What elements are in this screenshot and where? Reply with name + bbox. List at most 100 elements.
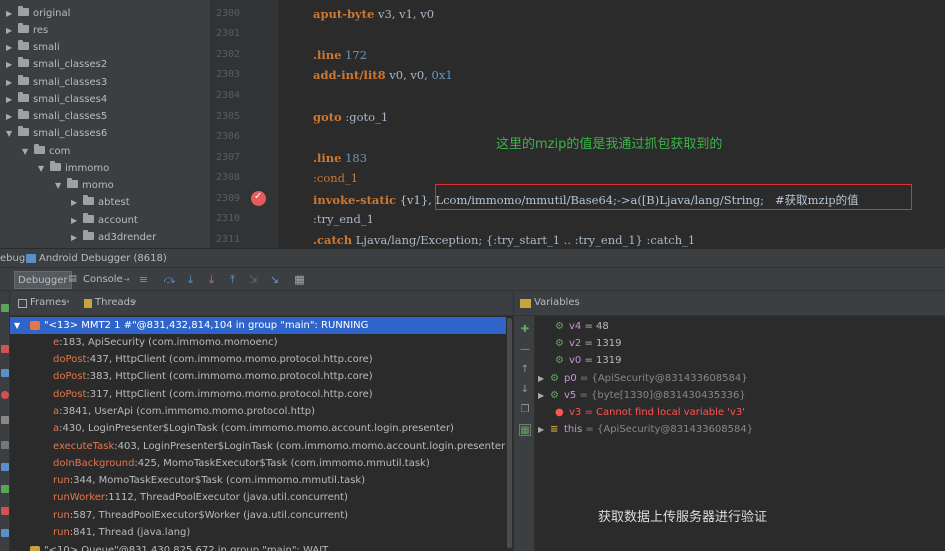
chevron-right-icon[interactable]: ▶ bbox=[6, 22, 18, 39]
frames-scrollbar-thumb[interactable] bbox=[507, 318, 512, 548]
chevron-right-icon[interactable]: ▶ bbox=[538, 421, 550, 438]
tree-item-momo[interactable]: ▼ momo bbox=[55, 177, 114, 194]
force-step-into-icon[interactable]: ⤓ bbox=[205, 273, 218, 286]
settings-icon[interactable] bbox=[1, 416, 9, 424]
get-thread-dump-icon[interactable] bbox=[1, 463, 9, 471]
evaluate-expression-icon[interactable]: ▦ bbox=[293, 273, 306, 286]
folder-icon bbox=[18, 40, 29, 50]
project-tree: ▶ original ▶ res ▶ smali ▶ smali_classes2 ▶ s… bbox=[0, 0, 210, 248]
stack-frame[interactable]: run:587, ThreadPoolExecutor$Worker (java… bbox=[10, 507, 507, 524]
tree-item-smali-classes3[interactable]: ▶ smali_classes3 bbox=[6, 74, 107, 91]
stack-frame[interactable]: doInBackground:425, MomoTaskExecutor$Tas… bbox=[10, 455, 507, 472]
chevron-right-icon[interactable]: ▶ bbox=[538, 387, 550, 404]
tree-item-smali-classes6[interactable]: ▼ smali_classes6 bbox=[6, 125, 107, 142]
stack-frame[interactable]: doPost:317, HttpClient (com.immomo.momo.… bbox=[10, 386, 507, 403]
thread-row[interactable]: ▼ "<13> MMT2 1 #"@831,432,814,104 in gro… bbox=[10, 317, 507, 334]
run-to-cursor-icon[interactable]: ↘ bbox=[268, 273, 281, 286]
chevron-right-icon[interactable]: ▶ bbox=[6, 39, 18, 56]
move-up-icon[interactable]: ↑ bbox=[519, 364, 531, 376]
code-line: add-int/lit8 v0, v0, 0x1 bbox=[313, 68, 453, 82]
stack-frame[interactable]: a:3841, UserApi (com.immomo.momo.protoco… bbox=[10, 403, 507, 420]
tree-item-smali-classes2[interactable]: ▶ smali_classes2 bbox=[6, 56, 107, 73]
frames-list[interactable]: ▼ "<13> MMT2 1 #"@831,432,814,104 in gro… bbox=[10, 316, 513, 551]
chevron-down-icon[interactable]: ▼ bbox=[55, 177, 67, 194]
variable-row[interactable]: ▶ ⚙ p0 = {ApiSecurity@831433608584} bbox=[538, 370, 748, 387]
line-number: 2308 bbox=[216, 172, 241, 183]
tree-item-res[interactable]: ▶ res bbox=[6, 22, 48, 39]
resume-icon[interactable] bbox=[1, 304, 9, 312]
chevron-down-icon[interactable]: ▼ bbox=[14, 317, 20, 334]
stack-frame[interactable]: doPost:383, HttpClient (com.immomo.momo.… bbox=[10, 368, 507, 385]
chevron-right-icon[interactable]: ▶ bbox=[71, 194, 83, 211]
variable-row[interactable]: ▶ ≡ this = {ApiSecurity@831433608584} bbox=[538, 421, 753, 438]
step-out-icon[interactable]: ⤒ bbox=[226, 273, 239, 286]
chevron-right-icon[interactable]: ▶ bbox=[6, 91, 18, 108]
stack-frame[interactable]: a:430, LoginPresenter$LoginTask (com.imm… bbox=[10, 420, 507, 437]
breakpoint-icon[interactable] bbox=[251, 191, 266, 206]
variable-row[interactable]: ⚙ v0 = 1319 bbox=[543, 352, 621, 369]
variable-row[interactable]: ● v3 = Cannot find local variable 'v3' bbox=[543, 404, 745, 421]
stack-frame[interactable]: runWorker:1112, ThreadPoolExecutor (java… bbox=[10, 489, 507, 506]
stack-frame[interactable]: run:841, Thread (java.lang) bbox=[10, 524, 507, 541]
view-breakpoints-icon[interactable] bbox=[1, 369, 9, 377]
remove-watch-icon[interactable]: — bbox=[519, 344, 531, 356]
show-watches-icon[interactable]: ▦ bbox=[519, 424, 531, 436]
folder-icon bbox=[83, 213, 94, 223]
chevron-down-icon[interactable]: ▼ bbox=[38, 160, 50, 177]
chevron-down-icon[interactable]: ▼ bbox=[22, 143, 34, 160]
line-number: 2307 bbox=[216, 152, 241, 163]
tree-item-original[interactable]: ▶ original bbox=[6, 5, 70, 22]
code-line: aput-byte v3, v1, v0 bbox=[313, 7, 435, 21]
code-line: .line 183 bbox=[313, 151, 368, 165]
pin-icon[interactable]: ⇢ bbox=[120, 273, 133, 286]
tree-item-smali-classes4[interactable]: ▶ smali_classes4 bbox=[6, 91, 107, 108]
chevron-down-icon[interactable]: ▼ bbox=[6, 125, 18, 142]
thread-row[interactable]: "<10> Queue"@831,430,825,672 in group "m… bbox=[10, 542, 507, 551]
folder-icon bbox=[50, 161, 61, 171]
frames-tab[interactable]: Frames bbox=[30, 297, 66, 308]
tree-item-immomo[interactable]: ▼ immomo bbox=[38, 160, 109, 177]
stack-frame[interactable]: run:344, MomoTaskExecutor$Task (com.immo… bbox=[10, 472, 507, 489]
tab-console[interactable]: Console bbox=[80, 271, 126, 289]
close-icon[interactable] bbox=[1, 507, 9, 515]
stop-icon[interactable] bbox=[1, 345, 9, 353]
chevron-right-icon[interactable]: ▶ bbox=[6, 108, 18, 125]
pin-icon[interactable]: ⇢ bbox=[130, 297, 137, 306]
tab-debugger[interactable]: Debugger bbox=[14, 271, 72, 289]
stack-frame[interactable]: doPost:437, HttpClient (com.immomo.momo.… bbox=[10, 351, 507, 368]
move-down-icon[interactable]: ↓ bbox=[519, 384, 531, 396]
chevron-right-icon[interactable]: ▶ bbox=[538, 370, 550, 387]
pin-icon[interactable]: ⇢ bbox=[63, 297, 70, 306]
variable-row[interactable]: ▶ ⚙ v5 = {byte[1330]@831430435336} bbox=[538, 387, 746, 404]
duplicate-watch-icon[interactable]: ❐ bbox=[519, 404, 531, 416]
tree-item-smali-classes5[interactable]: ▶ smali_classes5 bbox=[6, 108, 107, 125]
step-over-icon[interactable]: ⤼ bbox=[163, 273, 176, 286]
mute-breakpoints-icon[interactable] bbox=[1, 391, 9, 399]
chevron-right-icon[interactable]: ▶ bbox=[6, 5, 18, 22]
editor-gutter[interactable]: 2300 2301 2302 2303 2304 2305 2306 2307 … bbox=[210, 0, 278, 248]
show-execution-point-icon[interactable]: ≡ bbox=[137, 273, 150, 286]
tree-item-account[interactable]: ▶ account bbox=[71, 212, 138, 229]
stack-frame[interactable]: e:183, ApiSecurity (com.immomo.momoenc) bbox=[10, 334, 507, 351]
new-watch-icon[interactable]: ✚ bbox=[519, 324, 531, 336]
variable-row[interactable]: ⚙ v4 = 48 bbox=[543, 318, 609, 335]
drop-frame-icon[interactable]: ⇲ bbox=[247, 273, 260, 286]
code-editor[interactable]: aput-byte v3, v1, v0 .line 172 add-int/l… bbox=[278, 0, 945, 248]
tree-item-smali[interactable]: ▶ smali bbox=[6, 39, 60, 56]
chevron-right-icon[interactable]: ▶ bbox=[6, 56, 18, 73]
pin-tab-icon[interactable] bbox=[1, 485, 9, 493]
variable-row[interactable]: ⚙ v2 = 1319 bbox=[543, 335, 621, 352]
stack-frame[interactable]: executeTask:403, LoginPresenter$LoginTas… bbox=[10, 438, 509, 455]
chevron-right-icon[interactable]: ▶ bbox=[71, 212, 83, 229]
tree-item-abtest[interactable]: ▶ abtest bbox=[71, 194, 130, 211]
step-into-icon[interactable]: ⤓ bbox=[184, 273, 197, 286]
variables-tab[interactable]: Variables bbox=[534, 297, 580, 308]
layout-icon[interactable] bbox=[1, 441, 9, 449]
chevron-right-icon[interactable]: ▶ bbox=[71, 229, 83, 246]
tree-item-ad3drender[interactable]: ▶ ad3drender bbox=[71, 229, 156, 246]
local-variable-icon: ⚙ bbox=[555, 355, 564, 366]
help-icon[interactable] bbox=[1, 529, 9, 537]
chevron-right-icon[interactable]: ▶ bbox=[6, 74, 18, 91]
tree-item-com[interactable]: ▼ com bbox=[22, 143, 70, 160]
folder-icon bbox=[83, 195, 94, 205]
